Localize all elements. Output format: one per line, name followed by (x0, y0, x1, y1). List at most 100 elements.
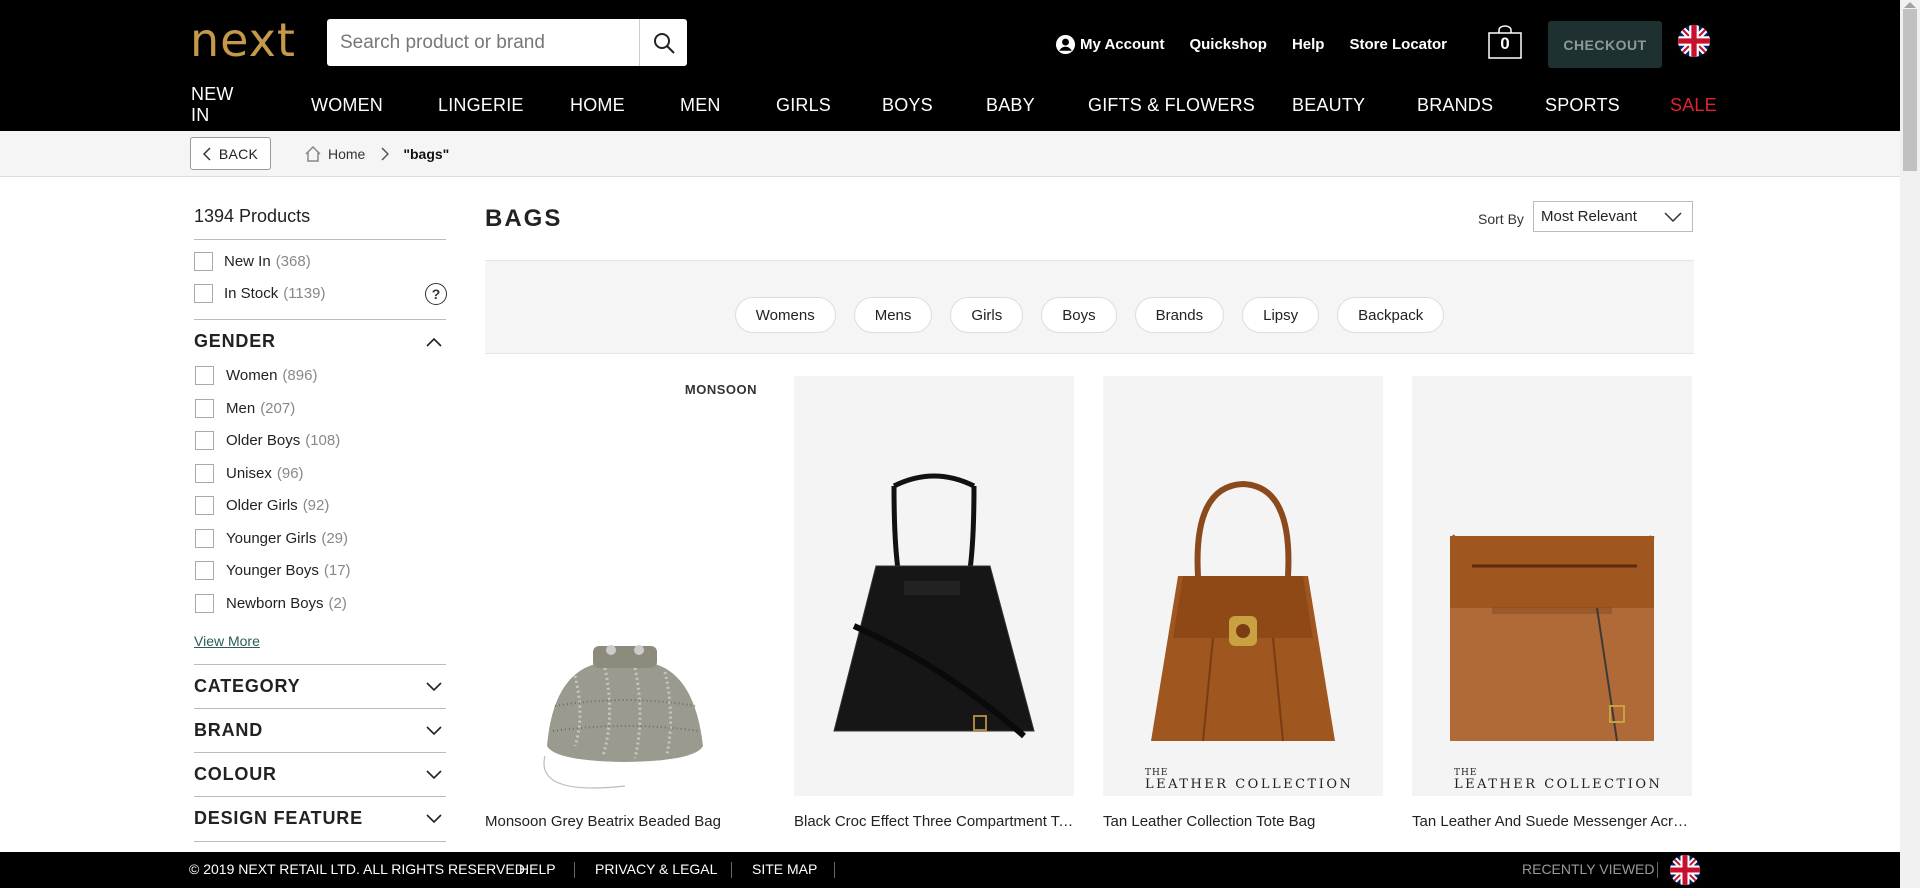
checkbox[interactable] (195, 561, 214, 580)
nav-sports[interactable]: SPORTS (1545, 95, 1620, 116)
scroll-up-arrow-icon[interactable] (1904, 2, 1916, 8)
filter-younger-boys[interactable]: Younger Boys (17) (195, 561, 351, 580)
breadcrumb: Home "bags" (304, 145, 449, 163)
footer-sitemap-link[interactable]: SITE MAP (752, 861, 817, 877)
checkout-button[interactable]: CHECKOUT (1548, 21, 1662, 68)
nav-home[interactable]: HOME (570, 95, 625, 116)
category-header[interactable]: CATEGORY (194, 676, 446, 697)
brand-header[interactable]: BRAND (194, 720, 446, 741)
checkbox[interactable] (195, 529, 214, 548)
sort-label: Sort By (1478, 211, 1524, 227)
filter-label: Older Boys (226, 432, 301, 449)
chip-womens[interactable]: Womens (734, 297, 836, 333)
colour-header[interactable]: COLOUR (194, 764, 446, 785)
sort-dropdown[interactable]: Most Relevant (1533, 201, 1693, 232)
filter-count: (29) (321, 530, 349, 547)
nav-gifts-flowers[interactable]: GIFTS & FLOWERS (1088, 95, 1255, 116)
uk-flag-icon[interactable] (1670, 855, 1700, 885)
checkbox[interactable] (195, 496, 214, 515)
product-image[interactable] (794, 376, 1074, 796)
divider (194, 796, 446, 797)
chip-lipsy[interactable]: Lipsy (1242, 297, 1320, 333)
page-title: BAGS (485, 205, 563, 232)
checkbox[interactable] (195, 366, 214, 385)
product-name[interactable]: Black Croc Effect Three Compartment Tote… (794, 813, 1074, 830)
filter-new-in[interactable]: New In (368) (194, 252, 311, 271)
back-button[interactable]: BACK (190, 137, 271, 170)
filter-men[interactable]: Men (207) (195, 399, 295, 418)
filter-in-stock[interactable]: In Stock (1139) (194, 284, 325, 303)
design-feature-title: DESIGN FEATURE (194, 808, 363, 828)
product-name[interactable]: Tan Leather And Suede Messenger Across-B… (1412, 813, 1692, 830)
uk-flag-icon[interactable] (1678, 25, 1710, 57)
product-card[interactable]: THE LEATHER COLLECTION Tan Leather And Su… (1412, 376, 1692, 830)
filter-label: Women (226, 367, 278, 384)
nav-baby[interactable]: BABY (986, 95, 1035, 116)
filter-older-boys[interactable]: Older Boys (108) (195, 431, 340, 450)
filter-label: Older Girls (226, 497, 298, 514)
breadcrumb-bar (0, 131, 1900, 177)
footer: © 2019 NEXT RETAIL LTD. ALL RIGHTS RESER… (0, 852, 1900, 888)
help-circle-icon[interactable]: ? (425, 283, 447, 305)
nav-boys[interactable]: BOYS (882, 95, 933, 116)
chip-mens[interactable]: Mens (853, 297, 933, 333)
gender-header[interactable]: GENDER (194, 331, 446, 352)
filter-count: (96) (276, 465, 304, 482)
chip-brands[interactable]: Brands (1134, 297, 1225, 333)
quick-filter-bar: Womens Mens Girls Boys Brands Lipsy Back… (485, 260, 1694, 354)
nav-beauty[interactable]: BEAUTY (1292, 95, 1365, 116)
checkbox[interactable] (194, 284, 213, 303)
checkbox[interactable] (195, 399, 214, 418)
product-image[interactable]: THE LEATHER COLLECTION (1103, 376, 1383, 796)
checkbox[interactable] (195, 464, 214, 483)
view-more-link[interactable]: View More (194, 633, 260, 649)
filter-older-girls[interactable]: Older Girls (92) (195, 496, 329, 515)
product-image[interactable]: MONSOON (485, 376, 765, 796)
filter-younger-girls[interactable]: Younger Girls (29) (195, 529, 348, 548)
checkbox[interactable] (195, 431, 214, 450)
nav-brands[interactable]: BRANDS (1417, 95, 1493, 116)
next-logo[interactable]: next (190, 16, 296, 64)
product-image[interactable]: THE LEATHER COLLECTION (1412, 376, 1692, 796)
search-button[interactable] (639, 19, 687, 66)
checkbox[interactable] (195, 594, 214, 613)
store-locator-link[interactable]: Store Locator (1349, 36, 1447, 53)
scrollbar-thumb[interactable] (1903, 9, 1917, 171)
checkbox[interactable] (194, 252, 213, 271)
quickshop-link[interactable]: Quickshop (1189, 36, 1267, 53)
product-card[interactable]: Black Croc Effect Three Compartment Tote… (794, 376, 1074, 830)
nav-girls[interactable]: GIRLS (776, 95, 831, 116)
my-account-link[interactable]: My Account (1055, 34, 1164, 55)
design-feature-header[interactable]: DESIGN FEATURE (194, 808, 446, 829)
chip-backpack[interactable]: Backpack (1337, 297, 1445, 333)
product-name[interactable]: Monsoon Grey Beatrix Beaded Bag (485, 813, 765, 830)
chip-girls[interactable]: Girls (950, 297, 1024, 333)
black-tote-bag-image (833, 473, 1035, 739)
footer-help-link[interactable]: HELP (519, 861, 556, 877)
nav-women[interactable]: WOMEN (311, 95, 383, 116)
breadcrumb-home[interactable]: Home (328, 146, 365, 162)
shopping-bag-button[interactable]: 0 (1487, 25, 1523, 59)
nav-lingerie[interactable]: LINGERIE (438, 95, 524, 116)
nav-new-in[interactable]: NEW IN (191, 84, 251, 126)
filter-newborn-boys[interactable]: Newborn Boys (2) (195, 594, 347, 613)
divider (194, 752, 446, 753)
chip-boys[interactable]: Boys (1041, 297, 1117, 333)
help-link[interactable]: Help (1292, 36, 1325, 53)
divider (834, 862, 835, 878)
bag-count: 0 (1500, 34, 1510, 53)
filter-unisex[interactable]: Unisex (96) (195, 464, 304, 483)
recently-viewed-link[interactable]: RECENTLY VIEWED (1522, 861, 1655, 877)
nav-men[interactable]: MEN (680, 95, 721, 116)
filter-women[interactable]: Women (896) (195, 366, 317, 385)
nav-sale[interactable]: SALE (1670, 95, 1717, 116)
copyright: © 2019 NEXT RETAIL LTD. ALL RIGHTS RESER… (189, 861, 529, 877)
divider (194, 319, 446, 320)
chevron-down-icon (426, 769, 442, 779)
product-card[interactable]: THE LEATHER COLLECTION Tan Leather Collec… (1103, 376, 1383, 830)
product-card[interactable]: MONSOON Monsoon Grey Beatrix Beaded Bag (485, 376, 765, 830)
footer-privacy-link[interactable]: PRIVACY & LEGAL (595, 861, 717, 877)
product-name[interactable]: Tan Leather Collection Tote Bag (1103, 813, 1383, 830)
brand-title: BRAND (194, 720, 263, 740)
search-input[interactable] (327, 19, 639, 66)
